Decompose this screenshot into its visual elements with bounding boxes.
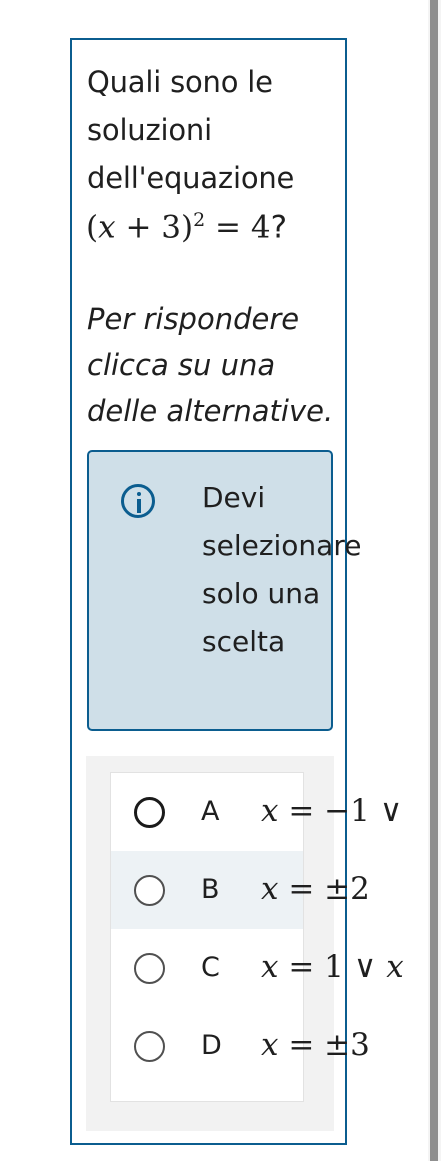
choice-rhs: = ±3 <box>278 1027 370 1063</box>
eq-qmark: ? <box>270 209 288 246</box>
info-box: Devi selezionare solo una scelta <box>87 450 362 731</box>
choice-rhs2: x <box>386 949 404 985</box>
choice-math: x = 1 ∨ x <box>261 945 404 989</box>
choice-var: x <box>261 949 279 985</box>
choice-a[interactable]: A x = −1 ∨ <box>111 773 402 851</box>
eq-exponent: 2 <box>193 209 206 231</box>
choice-var: x <box>261 1027 279 1063</box>
info-text: Devi selezionare solo una scelta <box>202 481 362 658</box>
question-text: Quali sono le soluzioni dell'equazione <box>87 65 295 195</box>
eq-plus: + 3) <box>115 209 194 246</box>
choice-var: x <box>261 871 279 907</box>
choices-list: A x = −1 ∨ B x = ±2 C x = 1 ∨ x D x = ±3 <box>110 772 404 1102</box>
choice-letter: D <box>201 1030 222 1061</box>
eq-equals: = 4 <box>205 209 271 246</box>
choice-letter: A <box>201 796 220 827</box>
choice-math: x = −1 ∨ <box>261 789 402 833</box>
choice-letter: B <box>201 874 220 905</box>
choice-rhs: = −1 ∨ <box>278 793 403 829</box>
question-card: Quali sono le soluzioni dell'equazione (… <box>70 38 404 1145</box>
choice-d[interactable]: D x = ±3 <box>111 1007 370 1085</box>
radio-d[interactable] <box>134 1031 165 1062</box>
choice-c[interactable]: C x = 1 ∨ x <box>111 929 404 1007</box>
choices-panel: A x = −1 ∨ B x = ±2 C x = 1 ∨ x D x = ±3 <box>86 756 404 1131</box>
choice-rhs: = 1 ∨ <box>278 949 387 985</box>
choice-letter: C <box>201 952 220 983</box>
info-icon <box>121 484 155 518</box>
equation: (x + 3)2 = 4? <box>86 196 287 251</box>
eq-var: x <box>98 209 116 246</box>
radio-c[interactable] <box>134 953 165 984</box>
radio-a[interactable] <box>134 797 165 828</box>
radio-b[interactable] <box>134 875 165 906</box>
instruction-text: Per rispondere clicca su una delle alter… <box>87 302 334 428</box>
choice-b[interactable]: B x = ±2 <box>111 851 370 929</box>
scrollbar-thumb[interactable] <box>430 0 438 1161</box>
choice-var: x <box>261 793 279 829</box>
choice-math: x = ±2 <box>261 867 370 911</box>
choice-math: x = ±3 <box>261 1023 370 1067</box>
choice-rhs: = ±2 <box>278 871 370 907</box>
eq-open: ( <box>86 209 99 246</box>
